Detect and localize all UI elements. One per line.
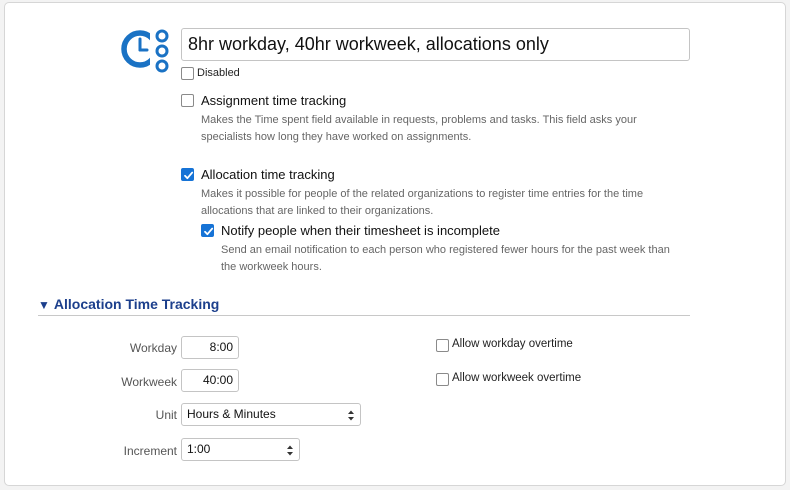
assignment-time-tracking-checkbox[interactable] <box>181 94 194 107</box>
assignment-time-tracking-label: Assignment time tracking <box>201 93 347 108</box>
unit-select[interactable]: Hours & Minutes <box>181 403 361 426</box>
checkmark-icon <box>184 171 194 180</box>
workweek-input[interactable]: 40:00 <box>181 369 239 392</box>
increment-select-value: 1:00 <box>187 442 211 456</box>
allocation-time-tracking-checkbox[interactable] <box>181 168 194 181</box>
assignment-time-tracking-description: Makes the Time spent field available in … <box>201 114 637 143</box>
allocation-time-tracking-label: Allocation time tracking <box>201 167 335 182</box>
select-arrows-icon <box>286 443 294 464</box>
unit-select-value: Hours & Minutes <box>187 407 276 421</box>
increment-select[interactable]: 1:00 <box>181 438 300 461</box>
triangle-down-icon: ▼ <box>38 298 50 312</box>
workday-input[interactable]: 8:00 <box>181 336 239 359</box>
checkmark-icon <box>204 227 214 236</box>
unit-label: Unit <box>155 408 177 422</box>
allow-workday-overtime-checkbox[interactable] <box>436 339 449 352</box>
title-input[interactable]: 8hr workday, 40hr workweek, allocations … <box>181 28 690 61</box>
section-divider <box>38 315 690 316</box>
disabled-checkbox[interactable] <box>181 67 194 80</box>
workday-label: Workday <box>129 341 177 355</box>
allow-workday-overtime-label: Allow workday overtime <box>452 338 573 350</box>
allow-workweek-overtime-checkbox[interactable] <box>436 373 449 386</box>
allocation-section-header[interactable]: ▼ Allocation Time Tracking <box>38 296 219 312</box>
notify-incomplete-timesheet-checkbox[interactable] <box>201 224 214 237</box>
allow-workweek-overtime-label: Allow workweek overtime <box>452 372 582 384</box>
time-tracking-logo-icon <box>120 26 172 78</box>
notify-incomplete-timesheet-description: Send an email notification to each perso… <box>221 244 670 273</box>
section-title: Allocation Time Tracking <box>53 296 220 312</box>
workweek-label: Workweek <box>121 375 177 389</box>
increment-label: Increment <box>123 444 177 458</box>
disabled-label: Disabled <box>197 67 240 79</box>
notify-incomplete-timesheet-label: Notify people when their timesheet is in… <box>221 223 500 238</box>
select-arrows-icon <box>347 408 355 429</box>
allocation-time-tracking-description: Makes it possible for people of the rela… <box>201 188 644 217</box>
